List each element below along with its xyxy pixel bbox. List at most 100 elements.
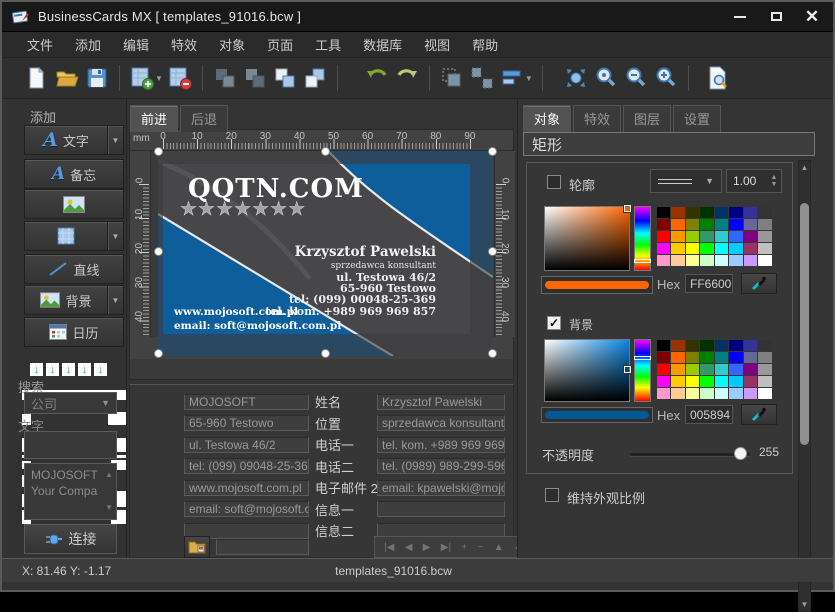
panel-scrollbar[interactable]: ▲ ▼ bbox=[798, 160, 811, 612]
palette-swatch[interactable] bbox=[686, 255, 700, 266]
scroll-up-icon[interactable]: ▲ bbox=[799, 163, 810, 172]
add-calendar-button[interactable]: 日历 bbox=[24, 317, 124, 347]
palette-swatch[interactable] bbox=[657, 376, 671, 387]
palette-swatch[interactable] bbox=[744, 231, 758, 242]
palette-swatch[interactable] bbox=[715, 219, 729, 230]
palette-swatch[interactable] bbox=[700, 231, 714, 242]
palette-swatch[interactable] bbox=[758, 231, 772, 242]
selection-handle-w[interactable] bbox=[154, 247, 163, 256]
palette-swatch[interactable] bbox=[715, 376, 729, 387]
tab-effects[interactable]: 特效 bbox=[573, 105, 621, 132]
menu-item[interactable]: 页面 bbox=[256, 31, 304, 58]
menu-item[interactable]: 文件 bbox=[16, 31, 64, 58]
selection-handle-s[interactable] bbox=[321, 349, 330, 358]
palette-swatch[interactable] bbox=[715, 243, 729, 254]
palette-swatch[interactable] bbox=[700, 243, 714, 254]
outline-checkbox[interactable] bbox=[547, 175, 561, 189]
palette-swatch[interactable] bbox=[657, 364, 671, 375]
form-input-left[interactable]: MOJOSOFT bbox=[184, 394, 309, 410]
db-nav-button[interactable]: ▶ bbox=[423, 542, 431, 553]
form-input-right[interactable]: Krzysztof Pawelski bbox=[377, 394, 505, 410]
palette-swatch[interactable] bbox=[744, 219, 758, 230]
palette-swatch[interactable] bbox=[744, 207, 758, 218]
add-line-button[interactable]: 直线 bbox=[24, 254, 124, 284]
image-path-input[interactable] bbox=[216, 539, 309, 555]
search-text-input[interactable] bbox=[24, 431, 117, 459]
scroll-down-icon[interactable]: ▼ bbox=[799, 600, 810, 609]
palette-swatch[interactable] bbox=[744, 243, 758, 254]
add-background-button[interactable]: 背景 ▼ bbox=[24, 285, 124, 315]
palette-swatch[interactable] bbox=[758, 340, 772, 351]
db-nav-button[interactable]: ◀ bbox=[405, 542, 413, 553]
form-input-right[interactable]: sprzedawca konsultant bbox=[377, 415, 505, 431]
palette-swatch[interactable] bbox=[686, 219, 700, 230]
keep-ratio-checkbox[interactable] bbox=[545, 488, 559, 502]
palette-swatch[interactable] bbox=[715, 388, 729, 399]
form-input-left[interactable]: www.mojosoft.com.pl bbox=[184, 480, 309, 496]
palette-swatch[interactable] bbox=[744, 352, 758, 363]
palette-swatch[interactable] bbox=[700, 376, 714, 387]
palette-swatch[interactable] bbox=[715, 255, 729, 266]
palette-swatch[interactable] bbox=[671, 364, 685, 375]
palette-swatch[interactable] bbox=[715, 352, 729, 363]
add-background-dropdown-icon[interactable]: ▼ bbox=[107, 286, 123, 314]
field-insert-arrow-icon[interactable]: ↓ bbox=[30, 363, 43, 376]
selection-handle-e[interactable] bbox=[488, 247, 497, 256]
form-input-left[interactable]: tel: (099) 09048-25-369 bbox=[184, 458, 309, 474]
palette-swatch[interactable] bbox=[671, 352, 685, 363]
palette-swatch[interactable] bbox=[758, 364, 772, 375]
outline-hex-input[interactable]: FF6600 bbox=[685, 274, 733, 293]
send-backward-icon[interactable] bbox=[210, 63, 240, 93]
selection-handle-ne[interactable] bbox=[488, 147, 497, 156]
add-shape-dropdown-icon[interactable]: ▼ bbox=[107, 222, 123, 250]
palette-swatch[interactable] bbox=[758, 219, 772, 230]
menu-item[interactable]: 添加 bbox=[64, 31, 112, 58]
palette-swatch[interactable] bbox=[758, 243, 772, 254]
outline-width-spinner[interactable]: 1.00 ▲▼ bbox=[726, 169, 782, 193]
palette-swatch[interactable] bbox=[715, 364, 729, 375]
form-input-right[interactable]: tel. (0989) 989-299-596 bbox=[377, 458, 505, 474]
outline-gradient-field[interactable] bbox=[544, 206, 630, 271]
palette-swatch[interactable] bbox=[700, 388, 714, 399]
field-select[interactable]: 公司 ▼ bbox=[24, 392, 117, 414]
palette-swatch[interactable] bbox=[715, 340, 729, 351]
tab-layers[interactable]: 图层 bbox=[623, 105, 671, 132]
undo-icon[interactable] bbox=[362, 63, 392, 93]
opacity-slider[interactable] bbox=[630, 453, 750, 456]
background-checkbox[interactable]: ✓ bbox=[547, 316, 561, 330]
palette-swatch[interactable] bbox=[744, 376, 758, 387]
field-insert-arrow-icon[interactable]: ↓ bbox=[78, 363, 91, 376]
form-input-left[interactable]: ul. Testowa 46/2 bbox=[184, 437, 309, 453]
palette-swatch[interactable] bbox=[715, 231, 729, 242]
add-shape-button[interactable]: ▼ bbox=[24, 221, 124, 251]
palette-swatch[interactable] bbox=[758, 352, 772, 363]
redo-icon[interactable] bbox=[392, 63, 422, 93]
business-card[interactable]: QQTN.COM ★★★★★★★ Krzysztof Pawelski sprz… bbox=[158, 151, 493, 356]
background-gradient-field[interactable] bbox=[544, 339, 630, 402]
db-nav-button[interactable]: − bbox=[478, 542, 484, 553]
card-selection[interactable]: QQTN.COM ★★★★★★★ Krzysztof Pawelski sprz… bbox=[158, 151, 493, 356]
palette-swatch[interactable] bbox=[671, 255, 685, 266]
palette-swatch[interactable] bbox=[657, 231, 671, 242]
print-preview-icon[interactable] bbox=[703, 63, 733, 93]
palette-swatch[interactable] bbox=[729, 340, 743, 351]
form-input-left[interactable]: 65-960 Testowo bbox=[184, 415, 309, 431]
palette-swatch[interactable] bbox=[657, 243, 671, 254]
list-scroll-up-icon[interactable]: ▲ bbox=[105, 467, 113, 483]
menu-item[interactable]: 工具 bbox=[304, 31, 352, 58]
design-canvas[interactable]: mm 0102030405060708090 01020304050 01020… bbox=[129, 129, 514, 380]
field-insert-arrow-icon[interactable]: ↓ bbox=[62, 363, 75, 376]
save-icon[interactable] bbox=[82, 63, 112, 93]
palette-swatch[interactable] bbox=[657, 219, 671, 230]
add-text-button[interactable]: A 文字 ▼ bbox=[24, 125, 124, 155]
palette-swatch[interactable] bbox=[671, 231, 685, 242]
palette-swatch[interactable] bbox=[744, 388, 758, 399]
delete-page-icon[interactable] bbox=[165, 63, 195, 93]
palette-swatch[interactable] bbox=[744, 364, 758, 375]
send-to-back-icon[interactable] bbox=[240, 63, 270, 93]
zoom-fit-icon[interactable] bbox=[561, 63, 591, 93]
outline-eyedropper-button[interactable] bbox=[741, 273, 777, 294]
field-insert-arrow-icon[interactable]: ↓ bbox=[46, 363, 59, 376]
outline-gradient-cursor[interactable] bbox=[624, 205, 631, 212]
selection-handle-nw[interactable] bbox=[154, 147, 163, 156]
